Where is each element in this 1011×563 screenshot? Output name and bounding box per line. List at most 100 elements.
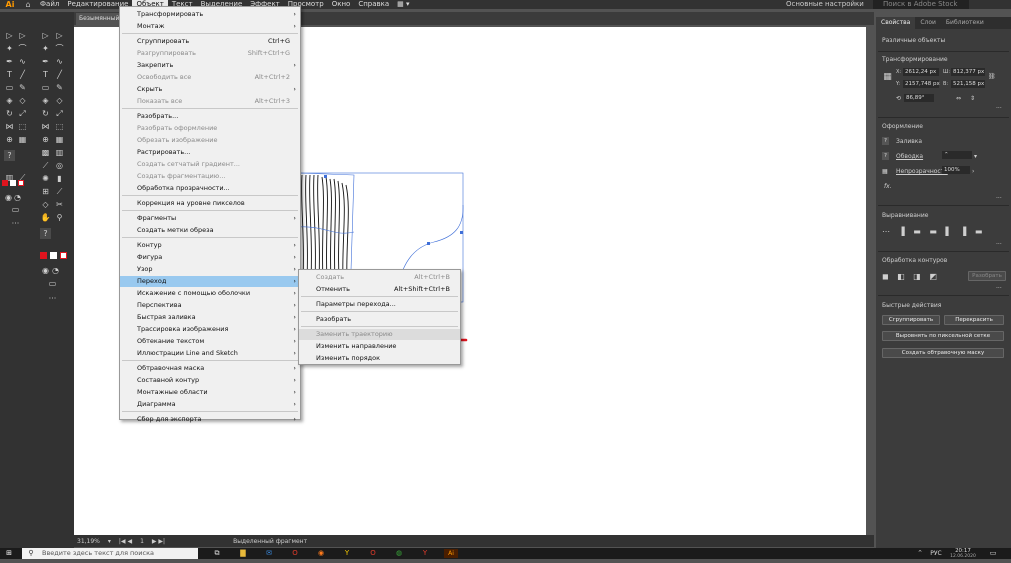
tab-libraries[interactable]: Библиотеки [941,17,989,29]
object-menu-item[interactable]: Показать все Alt+Ctrl+3 [120,96,300,107]
curvature-tool-icon-2[interactable]: ∿ [54,56,65,67]
object-menu-item[interactable]: Обработка прозрачности... [120,183,300,194]
screen-mode-icon-2[interactable]: ▭ [47,278,58,289]
object-menu-item[interactable]: Создать сетчатый градиент... [120,159,300,170]
language-indicator[interactable]: РУС [928,549,944,558]
tray-chevron-icon[interactable]: ⌃ [915,549,925,558]
object-menu-item[interactable]: Фрагменты › [120,213,300,224]
zoom-dropdown-icon[interactable]: ▾ [108,538,111,545]
shaper-tool-icon-2[interactable]: ◈ [40,95,51,106]
blend-tool-icon[interactable]: ◎ [54,160,65,171]
opera-icon[interactable]: O [290,549,300,558]
pathfinder-buttons-icon[interactable]: ◼ ◧ ◨ ◩ [882,272,940,281]
scissors-tool-icon[interactable]: ✂ [54,199,65,210]
pen-tool-icon-2[interactable]: ✒ [40,56,51,67]
stroke-weight-dropdown-icon[interactable]: ▾ [974,153,977,160]
home-icon[interactable]: ⌂ [20,0,36,9]
fill-color-swatch[interactable] [2,180,8,186]
flip-vertical-icon[interactable]: ⇕ [970,95,975,102]
free-transform-icon-2[interactable]: ⬚ [54,121,65,132]
whatsapp-icon[interactable]: ◍ [394,549,404,558]
object-menu-item[interactable]: Скрыть › [120,84,300,95]
more-tools-icon[interactable]: ··· [10,218,21,229]
stroke-color-swatch[interactable] [10,180,16,186]
mail-icon[interactable]: ✉ [264,549,274,558]
object-menu-item[interactable]: Сбор для экспорта › [120,414,300,425]
zoom-level[interactable]: 31,19% [77,538,100,545]
status-selection[interactable]: Выделенный фрагмент [233,538,307,545]
more-options-icon[interactable]: ··· [996,241,1002,248]
mesh-tool-icon-2[interactable]: ▩ [40,147,51,158]
line-tool-icon[interactable]: ╱ [17,69,28,80]
object-menu-item[interactable]: Иллюстрации Line and Sketch › [120,348,300,359]
align-pixel-grid-button[interactable]: Выровнять по пиксельной сетке [882,331,1004,341]
zoom-tool-icon[interactable]: ⚲ [54,212,65,223]
menu-help[interactable]: Справка [354,0,393,9]
arrange-documents-icon[interactable]: ▦ ▾ [393,0,413,9]
object-menu-item[interactable]: Узор › [120,264,300,275]
none-swatch-2[interactable] [60,252,67,259]
magic-wand-icon[interactable]: ✦ [4,43,15,54]
direct-selection-tool-icon-2[interactable]: ▷ [54,30,65,41]
slice-tool-icon[interactable]: ⟋ [54,186,65,197]
object-menu-item[interactable]: Диаграмма › [120,399,300,410]
notifications-icon[interactable]: ▭ [988,549,998,558]
none-swatch[interactable] [18,180,24,186]
object-menu-item[interactable]: Обрезать изображение [120,135,300,146]
recolor-button[interactable]: Перекрасить [944,315,1004,325]
pathfinder-expand-button[interactable]: Разобрать [968,271,1006,281]
object-menu-item[interactable]: Обтравочная маска › [120,363,300,374]
tab-layers[interactable]: Слои [915,17,941,29]
blend-submenu-item[interactable]: Изменить направление [299,341,460,352]
mesh-tool-icon[interactable]: ? [4,150,15,161]
shape-builder-icon-2[interactable]: ⊕ [40,134,51,145]
flip-horizontal-icon[interactable]: ⇔ [956,95,961,102]
stroke-swatch-icon[interactable]: ? [882,152,889,160]
object-menu-item[interactable]: Искажение с помощью оболочки › [120,288,300,299]
artboard-next-icon[interactable]: ▶ ▶| [152,538,165,545]
opacity-stepper-icon[interactable]: › [972,168,974,175]
object-menu-item[interactable]: Быстрая заливка › [120,312,300,323]
line-tool-icon-2[interactable]: ╱ [54,69,65,80]
lasso-icon-2[interactable]: ⌒ [54,43,65,54]
magic-wand-icon-2[interactable]: ✦ [40,43,51,54]
reference-point-icon[interactable]: ▦ [882,72,893,83]
object-menu-item[interactable]: Трассировка изображения › [120,324,300,335]
eyedropper-tool-icon-2[interactable]: ⟋ [40,160,51,171]
object-menu-item[interactable]: Переход › [120,276,300,287]
angle-field[interactable]: 86,89° [904,94,934,102]
menu-file[interactable]: Файл [36,0,63,9]
rotate-tool-icon-2[interactable]: ↻ [40,108,51,119]
type-tool-icon-2[interactable]: T [40,69,51,80]
symbol-sprayer-icon[interactable]: ✺ [40,173,51,184]
stroke-color-swatch-2[interactable] [50,252,57,259]
eraser-tool-icon[interactable]: ◇ [17,95,28,106]
fill-stroke-toggle-icon[interactable]: ? [40,228,51,239]
constrain-proportions-icon[interactable]: ⛓ [988,73,996,80]
more-options-icon[interactable]: ··· [996,105,1002,112]
paintbrush-tool-icon[interactable]: ✎ [17,82,28,93]
fill-color-swatch-2[interactable] [40,252,47,259]
hand-tool-icon[interactable]: ✋ [40,212,51,223]
rectangle-tool-icon-2[interactable]: ▭ [40,82,51,93]
align-buttons-icon[interactable]: ⋯ ▐ ▬ ▬ ▌ ▐ ▬ [882,227,985,236]
opera-icon-2[interactable]: O [368,549,378,558]
object-menu-item[interactable]: Перспектива › [120,300,300,311]
blend-submenu-item[interactable]: Заменить траекторию [299,329,460,340]
gradient-tool-icon[interactable]: ▥ [54,147,65,158]
h-field[interactable]: 521,158 px [951,80,985,88]
illustrator-taskbar-icon[interactable]: Ai [444,549,458,558]
blend-submenu-item[interactable]: Разобрать [299,314,460,325]
shaper-tool-icon[interactable]: ◈ [4,95,15,106]
rotate-tool-icon[interactable]: ↻ [4,108,15,119]
curvature-tool-icon[interactable]: ∿ [17,56,28,67]
yandex-icon[interactable]: Y [420,549,430,558]
object-menu-item[interactable]: Фигура › [120,252,300,263]
screen-mode-icon[interactable]: ▭ [10,204,21,215]
object-menu-item[interactable]: Разобрать оформление [120,123,300,134]
object-menu-item[interactable]: Коррекция на уровне пикселов [120,198,300,209]
artboard-tool-icon[interactable]: ⊞ [40,186,51,197]
windows-start-icon[interactable]: ⊞ [4,549,14,558]
artboard-prev-icon[interactable]: |◀ ◀ [119,538,132,545]
x-field[interactable]: 2612,24 px [903,68,939,76]
